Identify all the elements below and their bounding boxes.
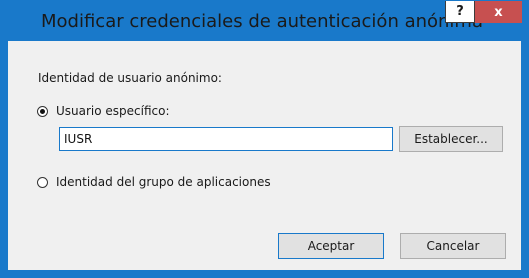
close-icon: x	[494, 4, 503, 20]
title-bar[interactable]: Modificar credenciales de autenticación …	[1, 1, 528, 41]
anonymous-identity-label: Identidad de usuario anónimo:	[38, 71, 222, 85]
dialog-window: Modificar credenciales de autenticación …	[0, 0, 529, 278]
ok-button[interactable]: Aceptar	[278, 233, 384, 259]
help-button[interactable]: ?	[445, 1, 475, 23]
help-icon: ?	[456, 4, 464, 19]
app-pool-identity-radio[interactable]	[37, 177, 48, 188]
set-credentials-button[interactable]: Establecer...	[399, 126, 503, 152]
username-input[interactable]	[59, 127, 393, 151]
cancel-button[interactable]: Cancelar	[400, 233, 506, 259]
dialog-title: Modificar credenciales de autenticación …	[41, 11, 483, 32]
close-button[interactable]: x	[475, 1, 522, 23]
dialog-content: Identidad de usuario anónimo: Usuario es…	[8, 41, 521, 270]
specific-user-label[interactable]: Usuario específico:	[56, 104, 170, 118]
specific-user-radio[interactable]	[37, 106, 48, 117]
app-pool-identity-label[interactable]: Identidad del grupo de aplicaciones	[56, 175, 271, 189]
